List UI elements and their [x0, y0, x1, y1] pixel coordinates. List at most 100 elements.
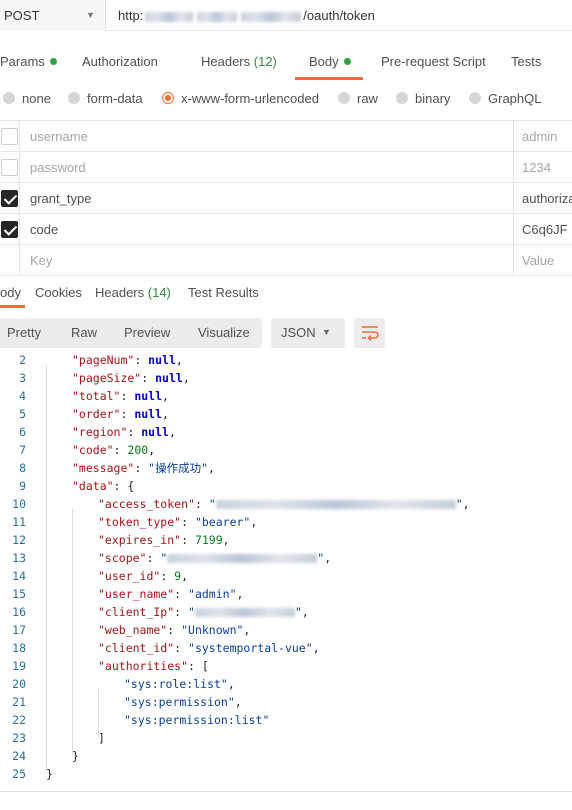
tab-response-headers-label: Headers	[95, 285, 145, 300]
radio-binary[interactable]: binary	[396, 91, 450, 106]
wrap-lines-icon	[362, 326, 379, 341]
param-key[interactable]: code	[30, 222, 58, 237]
tab-cookies[interactable]: Cookies	[35, 285, 82, 300]
code-token: "total"	[72, 389, 121, 403]
param-value-cell[interactable]: authoriza	[513, 183, 572, 213]
url-input[interactable]: http: /oauth/token	[118, 8, 375, 23]
code-token: }	[72, 749, 79, 763]
method-select[interactable]: POST ▼	[0, 0, 106, 31]
line-number: 5	[19, 407, 26, 421]
code-text: "total": null,	[72, 387, 169, 405]
radio-icon	[68, 92, 80, 104]
radio-graphql[interactable]: GraphQL	[469, 91, 541, 106]
code-text: "user_id": 9,	[98, 567, 188, 585]
tab-tests-label: Tests	[511, 54, 542, 69]
code-text: "sys:permission:list"	[124, 711, 269, 729]
view-visualize-button[interactable]: Visualize	[198, 325, 250, 340]
view-preview-button[interactable]: Preview	[124, 325, 170, 340]
code-token: :	[174, 587, 189, 601]
tab-pre-request-script[interactable]: Pre-request Script	[381, 54, 486, 69]
param-value-cell[interactable]: C6q6JF	[513, 214, 572, 244]
radio-x-www-form-urlencoded[interactable]: x-www-form-urlencoded	[162, 91, 319, 106]
row-checkbox[interactable]	[1, 159, 18, 176]
table-row: code C6q6JF	[0, 214, 572, 245]
code-line: 19 "authorities": [	[0, 657, 572, 675]
row-checkbox[interactable]	[1, 190, 18, 207]
param-value-cell[interactable]: 1234	[513, 152, 572, 182]
code-token: null	[141, 425, 169, 439]
code-text: "user_name": "admin",	[98, 585, 243, 603]
tab-authorization[interactable]: Authorization	[82, 54, 158, 69]
code-token: :	[181, 515, 195, 529]
code-text: "region": null,	[72, 423, 176, 441]
tab-response-headers-count: (14)	[147, 285, 171, 300]
code-token: "	[160, 551, 168, 565]
tab-cookies-label: Cookies	[35, 285, 82, 300]
row-checkbox[interactable]	[1, 221, 18, 238]
code-token: ,	[222, 533, 230, 547]
active-tab-indicator	[295, 77, 363, 80]
line-number: 17	[12, 623, 26, 637]
indent-guide	[98, 689, 99, 737]
tab-headers-count: (12)	[253, 54, 277, 69]
row-checkbox[interactable]	[1, 128, 18, 145]
new-value-cell[interactable]: Value	[513, 245, 572, 275]
line-number: 23	[12, 731, 26, 745]
tab-test-results-label: Test Results	[188, 285, 259, 300]
table-row: Key Value	[0, 245, 572, 276]
line-number: 13	[12, 551, 26, 565]
new-key-field[interactable]: Key	[30, 253, 52, 268]
param-key[interactable]: password	[30, 160, 86, 175]
table-row: username admin	[0, 121, 572, 152]
param-key[interactable]: grant_type	[30, 191, 91, 206]
row-check-cell	[0, 152, 20, 182]
body-type-selector: none form-data x-www-form-urlencoded raw…	[0, 86, 572, 112]
code-text: "data": {	[72, 477, 134, 495]
radio-form-data[interactable]: form-data	[68, 91, 143, 106]
tab-tests[interactable]: Tests	[511, 54, 541, 69]
code-token: "message"	[72, 461, 135, 475]
view-mode-group: Pretty Raw Preview Visualize	[0, 318, 262, 348]
tab-response-headers[interactable]: Headers (14)	[95, 285, 171, 300]
row-check-cell	[0, 214, 20, 244]
code-line: 3 "pageSize": null,	[0, 369, 572, 387]
radio-icon	[469, 92, 481, 104]
code-text: "token_type": "bearer",	[98, 513, 257, 531]
code-text: "message": "操作成功",	[72, 459, 215, 477]
status-dot-icon	[343, 58, 351, 65]
status-dot-icon	[49, 58, 57, 65]
param-key[interactable]: username	[30, 129, 88, 144]
tab-test-results[interactable]: Test Results	[188, 285, 259, 300]
code-token: :	[127, 425, 142, 439]
code-token: : [	[188, 659, 209, 673]
view-pretty-button[interactable]: Pretty	[7, 325, 41, 340]
code-text: }	[72, 747, 79, 765]
code-line: 25}	[0, 765, 572, 783]
format-select[interactable]: JSON ▼	[271, 318, 345, 348]
line-number: 11	[12, 515, 26, 529]
radio-binary-label: binary	[415, 91, 451, 106]
tab-body[interactable]: Body	[309, 54, 351, 69]
tab-headers[interactable]: Headers (12)	[201, 54, 277, 69]
radio-graphql-label: GraphQL	[488, 91, 542, 106]
code-token: "authorities"	[98, 659, 189, 673]
tab-params[interactable]: Params	[0, 54, 57, 69]
tab-response-body[interactable]: ody	[0, 285, 21, 300]
radio-raw[interactable]: raw	[338, 91, 378, 106]
redacted-value	[215, 500, 456, 509]
view-raw-button[interactable]: Raw	[71, 325, 97, 340]
code-line: 9 "data": {	[0, 477, 572, 495]
code-token: ]	[98, 731, 105, 745]
param-value: C6q6JF	[522, 222, 568, 237]
radio-none[interactable]: none	[3, 91, 51, 106]
code-token: null	[155, 371, 183, 385]
code-token: ,	[182, 371, 190, 385]
param-value-cell[interactable]: admin	[513, 121, 572, 151]
line-number: 19	[12, 659, 26, 673]
code-token: }	[46, 767, 53, 781]
wrap-lines-button[interactable]	[354, 318, 385, 348]
line-number: 18	[12, 641, 26, 655]
radio-raw-label: raw	[357, 91, 378, 106]
code-token: ,	[234, 695, 242, 709]
code-token: null	[134, 389, 163, 403]
